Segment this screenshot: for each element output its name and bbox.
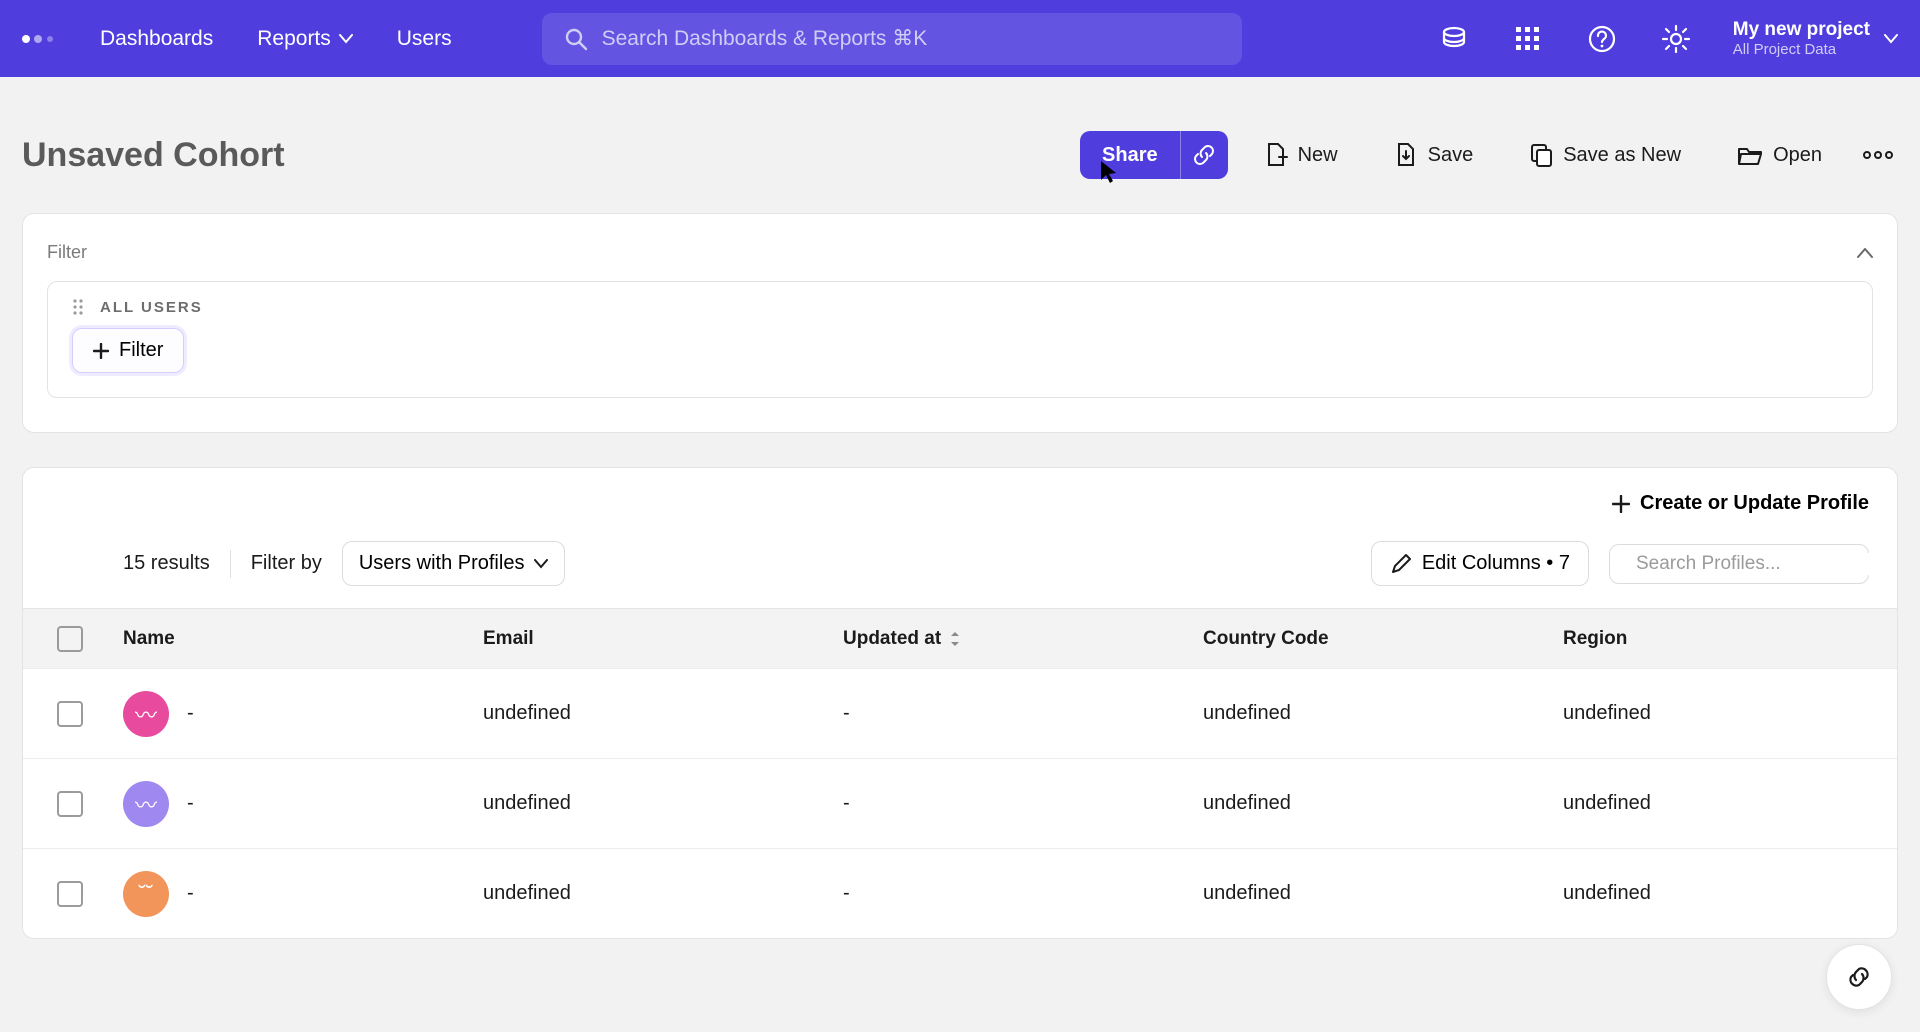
nav-users[interactable]: Users	[379, 17, 470, 61]
col-name[interactable]: Name	[123, 628, 483, 650]
cell-updated: -	[843, 882, 1203, 905]
save-button[interactable]: Save	[1374, 131, 1494, 179]
save-as-new-button[interactable]: Save as New	[1509, 131, 1701, 179]
cell-name: ˘˘ -	[123, 871, 483, 917]
cell-updated: -	[843, 792, 1203, 815]
sort-icon	[949, 631, 961, 647]
table-body: 〰 - undefined - undefined undefined unde…	[23, 668, 1897, 938]
cell-email: undefined	[483, 792, 843, 815]
table-row[interactable]: ˘˘ - undefined - undefined undefined und…	[23, 848, 1897, 938]
chevron-down-icon	[534, 559, 548, 569]
more-actions-button[interactable]	[1858, 131, 1898, 179]
filter-by-label: Filter by	[251, 552, 322, 575]
col-email[interactable]: Email	[483, 628, 843, 650]
link-icon	[1846, 964, 1872, 990]
cell-email: undefined	[483, 882, 843, 905]
row-checkbox[interactable]	[57, 701, 83, 727]
table-row[interactable]: 〰 - undefined - undefined undefined unde…	[23, 668, 1897, 758]
table-header: Name Email Updated at Country Code Regio…	[23, 608, 1897, 668]
folder-open-icon	[1737, 144, 1763, 166]
project-name: My new project	[1733, 19, 1870, 41]
cell-country: undefined	[1203, 882, 1563, 905]
plus-icon	[93, 343, 109, 359]
edit-columns-button[interactable]: Edit Columns • 7	[1371, 541, 1589, 586]
avatar: ˘˘	[123, 871, 169, 917]
new-button[interactable]: New	[1244, 131, 1358, 179]
share-link-button[interactable]	[1180, 131, 1228, 179]
pencil-icon	[1390, 553, 1412, 575]
profile-search[interactable]	[1609, 544, 1869, 584]
results-toolbar: 15 results Filter by Users with Profiles…	[23, 523, 1897, 608]
separator	[230, 550, 231, 578]
col-updated[interactable]: Updated at	[843, 628, 1203, 650]
nav-reports[interactable]: Reports	[239, 17, 371, 61]
results-card: Create or Update Profile 15 results Filt…	[22, 467, 1898, 939]
chevron-down-icon	[1884, 34, 1898, 44]
filter-group-label: ALL USERS	[100, 299, 203, 316]
cell-name: 〰 -	[123, 691, 483, 737]
add-filter-button[interactable]: Filter	[72, 328, 184, 373]
chevron-up-icon	[1857, 248, 1873, 258]
cell-name: 〰 -	[123, 781, 483, 827]
project-scope: All Project Data	[1733, 41, 1870, 58]
profile-search-input[interactable]	[1636, 553, 1881, 575]
results-count: 15 results	[123, 552, 210, 575]
avatar: 〰	[123, 781, 169, 827]
file-plus-icon	[1264, 142, 1288, 168]
brand-menu-icon[interactable]	[20, 21, 56, 57]
row-checkbox[interactable]	[57, 791, 83, 817]
settings-icon[interactable]	[1651, 14, 1701, 64]
avatar: 〰	[123, 691, 169, 737]
col-country[interactable]: Country Code	[1203, 628, 1563, 650]
page-header: Unsaved Cohort Share New Save Save as Ne…	[0, 77, 1920, 213]
more-horizontal-icon	[1863, 151, 1893, 159]
global-search-input[interactable]	[602, 27, 1220, 51]
drag-handle-icon[interactable]	[72, 298, 84, 316]
apps-icon[interactable]	[1503, 14, 1553, 64]
nav-dashboards[interactable]: Dashboards	[82, 17, 231, 61]
share-button-group: Share	[1080, 131, 1228, 179]
open-button[interactable]: Open	[1717, 131, 1842, 179]
chevron-down-icon	[339, 34, 353, 44]
filter-by-dropdown[interactable]: Users with Profiles	[342, 541, 566, 586]
cell-region: undefined	[1563, 882, 1898, 905]
top-nav: Dashboards Reports Users My new project …	[0, 0, 1920, 77]
share-button[interactable]: Share	[1080, 131, 1180, 179]
col-region[interactable]: Region	[1563, 628, 1898, 650]
filter-group-card: ALL USERS Filter	[47, 281, 1873, 398]
floating-link-button[interactable]	[1826, 944, 1892, 1010]
collapse-filter-icon[interactable]	[1857, 248, 1873, 258]
cell-region: undefined	[1563, 792, 1898, 815]
cell-updated: -	[843, 702, 1203, 725]
select-all-checkbox[interactable]	[57, 626, 83, 652]
create-update-profile-button[interactable]: Create or Update Profile	[1612, 492, 1869, 515]
cell-email: undefined	[483, 702, 843, 725]
help-icon[interactable]	[1577, 14, 1627, 64]
cell-country: undefined	[1203, 792, 1563, 815]
row-checkbox[interactable]	[57, 881, 83, 907]
filter-section-label: Filter	[47, 242, 87, 263]
cell-country: undefined	[1203, 702, 1563, 725]
copy-icon	[1529, 142, 1553, 168]
save-icon	[1394, 142, 1418, 168]
data-icon[interactable]	[1429, 14, 1479, 64]
table-row[interactable]: 〰 - undefined - undefined undefined unde…	[23, 758, 1897, 848]
link-icon	[1193, 144, 1215, 166]
search-icon	[564, 27, 588, 51]
plus-icon	[1612, 495, 1630, 513]
page-title: Unsaved Cohort	[22, 136, 285, 175]
filter-card: Filter ALL USERS Filter	[22, 213, 1898, 433]
global-search[interactable]	[542, 13, 1242, 65]
cell-region: undefined	[1563, 702, 1898, 725]
project-switcher[interactable]: My new project All Project Data	[1733, 19, 1898, 58]
